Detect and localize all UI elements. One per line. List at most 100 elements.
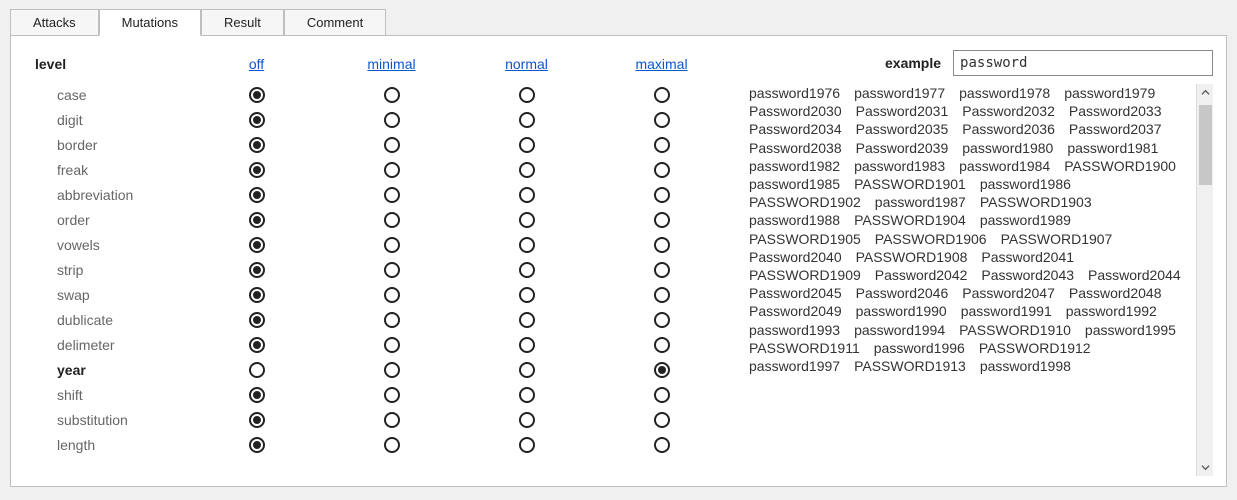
example-item: PASSWORD1907: [1001, 230, 1113, 248]
radio-substitution-normal[interactable]: [519, 412, 535, 428]
radio-cell: [324, 412, 459, 428]
radio-vowels-minimal[interactable]: [384, 237, 400, 253]
radio-digit-off[interactable]: [249, 112, 265, 128]
set-all-maximal-link[interactable]: maximal: [635, 56, 687, 72]
radio-delimeter-minimal[interactable]: [384, 337, 400, 353]
radio-digit-normal[interactable]: [519, 112, 535, 128]
example-item: Password2034: [749, 120, 842, 138]
radio-case-minimal[interactable]: [384, 87, 400, 103]
example-item: password1983: [854, 157, 945, 175]
tab-attacks[interactable]: Attacks: [10, 9, 99, 36]
radio-dublicate-minimal[interactable]: [384, 312, 400, 328]
mutation-row-freak: freak: [57, 159, 729, 181]
radio-substitution-off[interactable]: [249, 412, 265, 428]
tab-result[interactable]: Result: [201, 9, 284, 36]
example-item: Password2037: [1069, 120, 1162, 138]
radio-cell: [459, 187, 594, 203]
example-item: Password2040: [749, 248, 842, 266]
scroll-thumb[interactable]: [1199, 105, 1212, 185]
example-item: password1976: [749, 84, 840, 102]
radio-length-maximal[interactable]: [654, 437, 670, 453]
radio-year-minimal[interactable]: [384, 362, 400, 378]
radio-vowels-normal[interactable]: [519, 237, 535, 253]
set-all-normal-link[interactable]: normal: [505, 56, 548, 72]
set-all-off-link[interactable]: off: [249, 56, 264, 72]
tabstrip: AttacksMutationsResultComment: [10, 8, 1227, 36]
radio-dublicate-maximal[interactable]: [654, 312, 670, 328]
radio-abbreviation-normal[interactable]: [519, 187, 535, 203]
example-item: PASSWORD1903: [980, 193, 1092, 211]
example-item: PASSWORD1900: [1064, 157, 1176, 175]
radio-case-off[interactable]: [249, 87, 265, 103]
radio-cell: [324, 287, 459, 303]
radio-cell: [189, 262, 324, 278]
radio-length-normal[interactable]: [519, 437, 535, 453]
mutations-config-window: AttacksMutationsResultComment level offm…: [0, 0, 1237, 500]
scroll-up-icon[interactable]: [1197, 84, 1214, 101]
example-input[interactable]: [953, 50, 1213, 76]
radio-strip-maximal[interactable]: [654, 262, 670, 278]
radio-swap-minimal[interactable]: [384, 287, 400, 303]
example-item: PASSWORD1906: [875, 230, 987, 248]
radio-cell: [594, 262, 729, 278]
example-item: password1987: [875, 193, 966, 211]
set-all-minimal-link[interactable]: minimal: [367, 56, 415, 72]
radio-swap-maximal[interactable]: [654, 287, 670, 303]
radio-length-off[interactable]: [249, 437, 265, 453]
scroll-down-icon[interactable]: [1197, 459, 1214, 476]
radio-border-off[interactable]: [249, 137, 265, 153]
radio-year-maximal[interactable]: [654, 362, 670, 378]
radio-case-maximal[interactable]: [654, 87, 670, 103]
radio-substitution-maximal[interactable]: [654, 412, 670, 428]
radio-substitution-minimal[interactable]: [384, 412, 400, 428]
radio-strip-minimal[interactable]: [384, 262, 400, 278]
radio-border-minimal[interactable]: [384, 137, 400, 153]
radio-vowels-off[interactable]: [249, 237, 265, 253]
radio-freak-off[interactable]: [249, 162, 265, 178]
radio-shift-normal[interactable]: [519, 387, 535, 403]
example-scrollbar[interactable]: [1196, 84, 1213, 476]
radio-length-minimal[interactable]: [384, 437, 400, 453]
radio-freak-maximal[interactable]: [654, 162, 670, 178]
radio-shift-minimal[interactable]: [384, 387, 400, 403]
radio-border-maximal[interactable]: [654, 137, 670, 153]
radio-freak-minimal[interactable]: [384, 162, 400, 178]
radio-dublicate-normal[interactable]: [519, 312, 535, 328]
radio-abbreviation-minimal[interactable]: [384, 187, 400, 203]
radio-dublicate-off[interactable]: [249, 312, 265, 328]
radio-swap-off[interactable]: [249, 287, 265, 303]
radio-case-normal[interactable]: [519, 87, 535, 103]
radio-abbreviation-off[interactable]: [249, 187, 265, 203]
example-item: Password2030: [749, 102, 842, 120]
mutation-row-abbreviation: abbreviation: [57, 184, 729, 206]
radio-swap-normal[interactable]: [519, 287, 535, 303]
radio-digit-minimal[interactable]: [384, 112, 400, 128]
radio-strip-off[interactable]: [249, 262, 265, 278]
radio-order-off[interactable]: [249, 212, 265, 228]
tab-comment[interactable]: Comment: [284, 9, 386, 36]
example-item: PASSWORD1901: [854, 175, 966, 193]
radio-cell: [594, 412, 729, 428]
radio-vowels-maximal[interactable]: [654, 237, 670, 253]
radio-delimeter-maximal[interactable]: [654, 337, 670, 353]
example-item: Password2042: [875, 266, 968, 284]
radio-freak-normal[interactable]: [519, 162, 535, 178]
radio-delimeter-off[interactable]: [249, 337, 265, 353]
mutation-label: case: [57, 87, 189, 103]
radio-order-normal[interactable]: [519, 212, 535, 228]
radio-delimeter-normal[interactable]: [519, 337, 535, 353]
radio-border-normal[interactable]: [519, 137, 535, 153]
tab-mutations[interactable]: Mutations: [99, 9, 201, 36]
radio-order-maximal[interactable]: [654, 212, 670, 228]
radio-shift-maximal[interactable]: [654, 387, 670, 403]
mutation-row-length: length: [57, 434, 729, 456]
scroll-track[interactable]: [1197, 101, 1214, 459]
radio-digit-maximal[interactable]: [654, 112, 670, 128]
radio-strip-normal[interactable]: [519, 262, 535, 278]
radio-abbreviation-maximal[interactable]: [654, 187, 670, 203]
radio-shift-off[interactable]: [249, 387, 265, 403]
radio-order-minimal[interactable]: [384, 212, 400, 228]
radio-year-normal[interactable]: [519, 362, 535, 378]
radio-year-off[interactable]: [249, 362, 265, 378]
radio-cell: [324, 212, 459, 228]
